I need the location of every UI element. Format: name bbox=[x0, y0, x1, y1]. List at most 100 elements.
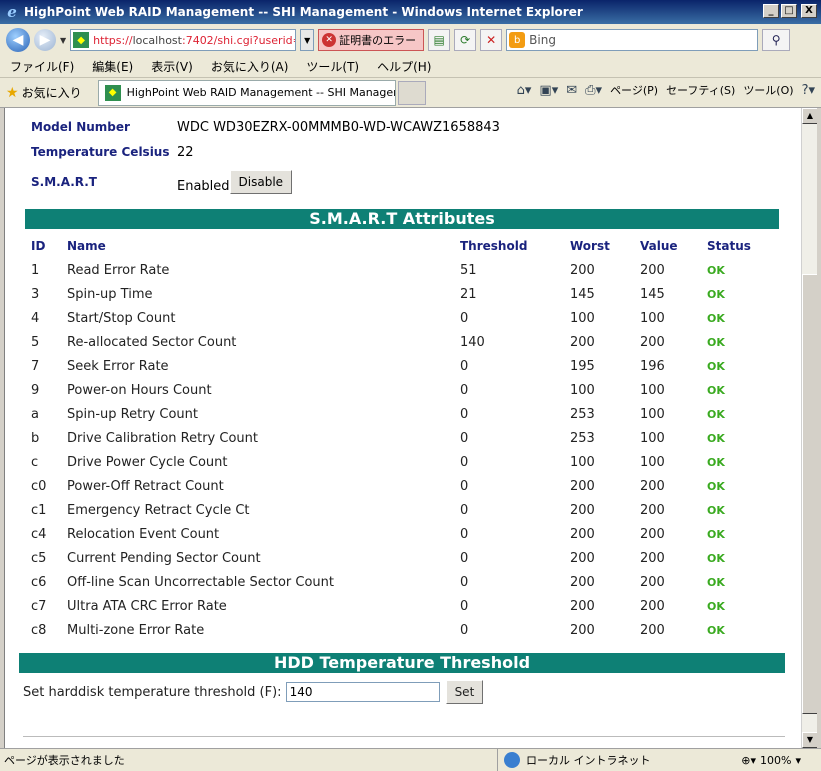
cell-name: Drive Calibration Retry Count bbox=[67, 430, 258, 446]
cell-id: 4 bbox=[31, 310, 40, 326]
cell-worst: 253 bbox=[570, 430, 595, 446]
compatibility-view-button[interactable]: ▤ bbox=[428, 29, 451, 51]
favorites-button[interactable]: ★ お気に入り bbox=[6, 84, 82, 101]
intranet-globe-icon bbox=[504, 752, 520, 768]
menu-view[interactable]: 表示(V) bbox=[151, 58, 193, 75]
cell-threshold: 0 bbox=[460, 310, 469, 326]
history-dropdown-icon[interactable]: ▼ bbox=[60, 36, 66, 45]
cell-worst: 200 bbox=[570, 598, 595, 614]
table-row: c7 Ultra ATA CRC Error Rate 0 200 200 OK bbox=[25, 594, 785, 618]
temperature-threshold-input[interactable] bbox=[285, 682, 440, 702]
temperature-threshold-header: HDD Temperature Threshold bbox=[19, 653, 785, 673]
cell-id: c bbox=[31, 454, 39, 470]
temperature-row: Temperature Celsius 22 bbox=[31, 145, 194, 160]
cell-name: Spin-up Retry Count bbox=[67, 406, 198, 422]
url-host: localhost bbox=[132, 33, 182, 47]
window-title-bar: e HighPoint Web RAID Management -- SHI M… bbox=[0, 0, 821, 24]
cell-worst: 200 bbox=[570, 262, 595, 278]
zone-label: ローカル イントラネット bbox=[526, 754, 651, 767]
new-tab-button[interactable] bbox=[397, 80, 426, 105]
temperature-threshold-form: Set harddisk temperature threshold (F): … bbox=[23, 680, 484, 704]
cell-threshold: 0 bbox=[460, 502, 469, 518]
cell-status: OK bbox=[707, 575, 725, 589]
zoom-control[interactable]: ⊕▾ 100% ▾ bbox=[741, 754, 821, 767]
address-input[interactable]: ◆ https://localhost:7402/shi.cgi?userid=… bbox=[70, 29, 297, 51]
cell-value: 200 bbox=[640, 622, 665, 638]
table-row: c5 Current Pending Sector Count 0 200 200 OK bbox=[25, 546, 785, 570]
cell-status: OK bbox=[707, 431, 725, 445]
temperature-threshold-label: Set harddisk temperature threshold (F): bbox=[23, 684, 282, 700]
column-header-name: Name bbox=[67, 239, 106, 253]
cell-value: 196 bbox=[640, 358, 665, 374]
certificate-error-button[interactable]: ✕ 証明書のエラー bbox=[318, 29, 425, 51]
cell-id: 1 bbox=[31, 262, 40, 278]
cell-status: OK bbox=[707, 623, 725, 637]
table-row: 9 Power-on Hours Count 0 100 100 OK bbox=[25, 378, 785, 402]
smart-attributes-header: S.M.A.R.T Attributes bbox=[25, 209, 779, 229]
cell-value: 100 bbox=[640, 382, 665, 398]
table-row: 3 Spin-up Time 21 145 145 OK bbox=[25, 282, 785, 306]
table-row: c1 Emergency Retract Cycle Ct 0 200 200 OK bbox=[25, 498, 785, 522]
search-input[interactable]: b Bing bbox=[506, 29, 759, 51]
home-icon[interactable]: ⌂▾ bbox=[517, 83, 532, 98]
refresh-button[interactable]: ⟳ bbox=[454, 29, 477, 51]
cell-name: Seek Error Rate bbox=[67, 358, 169, 374]
table-row: b Drive Calibration Retry Count 0 253 100 OK bbox=[25, 426, 785, 450]
cell-id: 3 bbox=[31, 286, 40, 302]
scroll-down-icon[interactable]: ▼ bbox=[802, 732, 818, 748]
safety-menu[interactable]: セーフティ(S) bbox=[666, 82, 735, 98]
print-icon[interactable]: ⎙▾ bbox=[585, 83, 602, 98]
page-menu[interactable]: ページ(P) bbox=[610, 82, 658, 98]
cell-name: Read Error Rate bbox=[67, 262, 170, 278]
forward-button[interactable]: ▶ bbox=[34, 29, 56, 51]
column-header-value: Value bbox=[640, 239, 678, 253]
model-number-label: Model Number bbox=[31, 120, 130, 134]
menu-file[interactable]: ファイル(F) bbox=[10, 58, 74, 75]
search-icon: ⚲ bbox=[771, 33, 781, 47]
menu-help[interactable]: ヘルプ(H) bbox=[377, 58, 431, 75]
cell-worst: 200 bbox=[570, 502, 595, 518]
cell-status: OK bbox=[707, 599, 725, 613]
menu-favorites[interactable]: お気に入り(A) bbox=[211, 58, 289, 75]
address-dropdown-button[interactable]: ▼ bbox=[300, 29, 315, 51]
cell-name: Spin-up Time bbox=[67, 286, 153, 302]
window-controls: _ □ X bbox=[763, 4, 817, 18]
cell-status: OK bbox=[707, 479, 725, 493]
close-button[interactable]: X bbox=[801, 4, 817, 18]
cell-status: OK bbox=[707, 263, 725, 277]
cell-name: Ultra ATA CRC Error Rate bbox=[67, 598, 227, 614]
cell-id: c7 bbox=[31, 598, 47, 614]
mail-icon[interactable]: ✉ bbox=[566, 83, 577, 98]
cell-threshold: 0 bbox=[460, 406, 469, 422]
menu-tools[interactable]: ツール(T) bbox=[306, 58, 359, 75]
search-placeholder: Bing bbox=[529, 33, 556, 47]
url-prefix: https:// bbox=[93, 33, 133, 47]
menu-edit[interactable]: 編集(E) bbox=[92, 58, 133, 75]
stop-button[interactable]: ✕ bbox=[480, 29, 503, 51]
maximize-button[interactable]: □ bbox=[781, 4, 797, 18]
vertical-scrollbar[interactable]: ▲ ▼ bbox=[801, 108, 818, 748]
security-zone[interactable]: ローカル イントラネット bbox=[498, 752, 708, 768]
cell-worst: 100 bbox=[570, 382, 595, 398]
feeds-icon[interactable]: ▣▾ bbox=[539, 83, 558, 98]
cell-id: c8 bbox=[31, 622, 47, 638]
tab-current[interactable]: ◆ HighPoint Web RAID Management -- SHI M… bbox=[97, 79, 396, 106]
set-threshold-button[interactable]: Set bbox=[445, 680, 484, 704]
back-button[interactable]: ◀ bbox=[6, 28, 30, 52]
smart-row: S.M.A.R.T Enabled Disable bbox=[31, 170, 293, 194]
disable-smart-button[interactable]: Disable bbox=[229, 170, 293, 194]
zoom-dropdown-icon: ▾ bbox=[795, 753, 801, 767]
cell-status: OK bbox=[707, 383, 725, 397]
help-icon[interactable]: ?▾ bbox=[802, 83, 815, 98]
cell-threshold: 0 bbox=[460, 454, 469, 470]
search-button[interactable]: ⚲ bbox=[762, 29, 791, 51]
cell-value: 145 bbox=[640, 286, 665, 302]
table-row: 7 Seek Error Rate 0 195 196 OK bbox=[25, 354, 785, 378]
cell-status: OK bbox=[707, 287, 725, 301]
star-icon: ★ bbox=[6, 84, 19, 101]
cell-threshold: 0 bbox=[460, 550, 469, 566]
tools-menu[interactable]: ツール(O) bbox=[743, 82, 793, 98]
minimize-button[interactable]: _ bbox=[763, 4, 779, 18]
scroll-thumb[interactable] bbox=[802, 274, 818, 714]
scroll-up-icon[interactable]: ▲ bbox=[802, 108, 818, 124]
